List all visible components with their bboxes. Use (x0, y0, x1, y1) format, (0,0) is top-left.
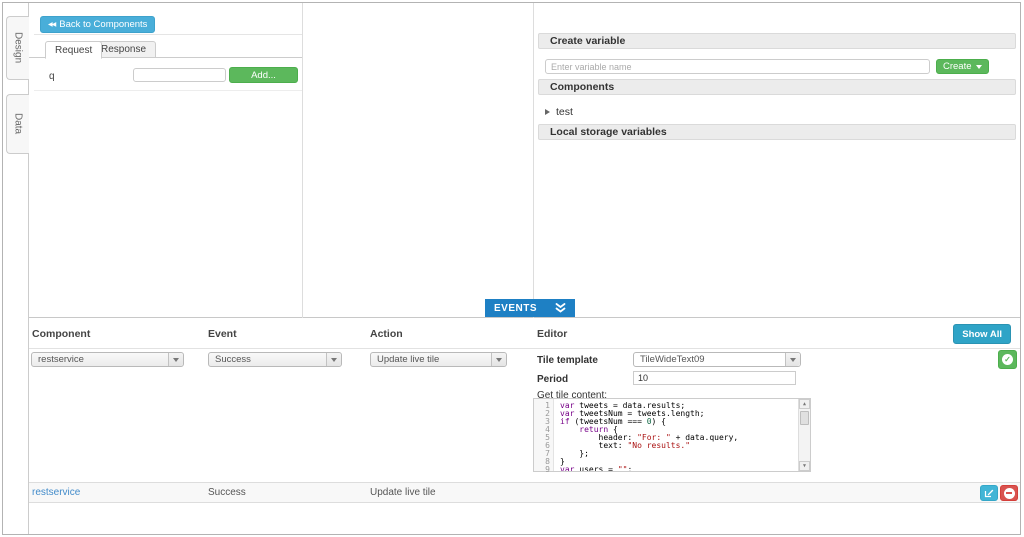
divider (34, 34, 302, 35)
create-variable-button[interactable]: Create (936, 59, 989, 74)
top-region: ◀◀ Back to Components Request Response q… (29, 3, 1020, 318)
line-number: 9 (534, 466, 550, 474)
code-line: var users = ""; (560, 466, 798, 471)
component-select[interactable]: restservice (31, 352, 184, 367)
tile-template-select[interactable]: TileWideText09 (633, 352, 801, 367)
component-select-value: restservice (38, 353, 84, 366)
select-dropdown-button[interactable] (491, 353, 506, 366)
event-select[interactable]: Success (208, 352, 342, 367)
caret-down-icon (331, 358, 337, 362)
back-to-components-button[interactable]: ◀◀ Back to Components (40, 16, 155, 33)
editor-scrollbar[interactable]: ▲ ▼ (798, 399, 810, 471)
create-button-label: Create (943, 61, 972, 72)
action-select[interactable]: Update live tile (370, 352, 507, 367)
code-editor[interactable]: 123456789 var tweets = data.results;var … (533, 398, 811, 472)
events-label: EVENTS (494, 303, 537, 314)
sidebar-tab-data[interactable]: Data (6, 94, 29, 154)
app-window: Design Data ◀◀ Back to Components Reques… (2, 2, 1021, 535)
select-dropdown-button[interactable] (168, 353, 183, 366)
param-name-label: q (49, 71, 55, 82)
request-panel: ◀◀ Back to Components Request Response q… (29, 3, 303, 318)
components-header: Components (538, 79, 1016, 95)
row-component-link[interactable]: restservice (32, 483, 80, 502)
component-tree-item-test[interactable]: test (545, 103, 573, 120)
caret-down-icon (790, 358, 796, 362)
save-event-button[interactable]: ✓ (998, 350, 1017, 369)
period-label: Period (537, 374, 568, 385)
edit-event-button[interactable] (980, 485, 998, 501)
event-select-value: Success (215, 353, 251, 366)
events-section: Component Event Action Editor Show All r… (29, 319, 1020, 534)
back-icon: ◀◀ (48, 21, 55, 28)
variable-name-input[interactable] (545, 59, 930, 74)
scroll-up-button[interactable]: ▲ (799, 399, 810, 409)
period-input[interactable] (633, 371, 796, 385)
row-action-value: Update live tile (370, 483, 436, 502)
column-action: Action (370, 328, 403, 340)
tab-request[interactable]: Request (45, 41, 102, 59)
tile-template-label: Tile template (537, 355, 598, 366)
side-tab-strip: Design Data (3, 3, 28, 534)
local-storage-header: Local storage variables (538, 124, 1016, 140)
column-event: Event (208, 328, 237, 340)
scroll-down-button[interactable]: ▼ (799, 461, 810, 471)
event-table-row: restservice Success Update live tile (29, 482, 1020, 503)
sidebar-tab-design[interactable]: Design (6, 16, 29, 80)
divider (34, 90, 302, 91)
column-editor: Editor (537, 328, 567, 340)
add-param-button[interactable]: Add... (229, 67, 298, 83)
component-item-label: test (556, 106, 573, 118)
events-header-row: Component Event Action Editor Show All (29, 319, 1020, 349)
show-all-button[interactable]: Show All (953, 324, 1011, 344)
double-chevron-down-icon (555, 303, 566, 313)
caret-down-icon (496, 358, 502, 362)
check-circle-icon: ✓ (1002, 354, 1013, 365)
back-button-label: Back to Components (59, 19, 147, 30)
variables-panel: Create variable Create Components test L… (535, 3, 1020, 318)
scrollbar-thumb[interactable] (800, 411, 809, 425)
delete-event-button[interactable] (1000, 485, 1018, 501)
create-variable-header: Create variable (538, 33, 1016, 49)
events-collapse-toggle[interactable]: EVENTS (485, 299, 575, 317)
code-line: text: "No results." (560, 442, 798, 450)
action-select-value: Update live tile (377, 353, 439, 366)
request-response-tabbar: Request Response (29, 41, 302, 58)
expander-icon (545, 109, 550, 115)
tile-template-value: TileWideText09 (640, 353, 705, 366)
column-component: Component (32, 328, 90, 340)
param-value-input[interactable] (133, 68, 226, 82)
caret-down-icon (173, 358, 179, 362)
row-event-value: Success (208, 483, 246, 502)
select-dropdown-button[interactable] (785, 353, 800, 366)
caret-down-icon (976, 65, 982, 69)
main-area: ◀◀ Back to Components Request Response q… (28, 3, 1020, 534)
select-dropdown-button[interactable] (326, 353, 341, 366)
code-lines[interactable]: var tweets = data.results;var tweetsNum … (554, 399, 798, 471)
middle-panel (304, 3, 534, 318)
code-line: }; (560, 450, 798, 458)
pencil-square-icon (984, 488, 994, 498)
minus-circle-icon (1004, 488, 1015, 499)
code-gutter: 123456789 (534, 399, 554, 471)
